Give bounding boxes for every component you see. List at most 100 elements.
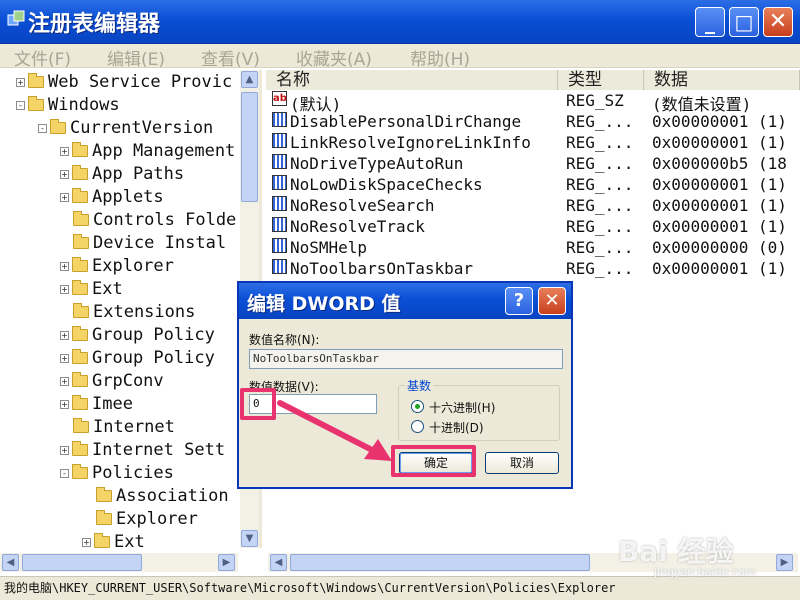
regedit-app-icon: [7, 10, 25, 26]
tree-item[interactable]: Association: [96, 486, 229, 508]
maximize-button[interactable]: □: [729, 7, 759, 37]
tree-item[interactable]: + Group Policy: [60, 325, 215, 347]
binary-value-icon: [272, 175, 287, 190]
value-row[interactable]: NoSMHelp REG_... 0x00000000 (0): [266, 238, 800, 259]
expander-icon[interactable]: +: [60, 261, 69, 271]
tree-item[interactable]: + Ext: [60, 279, 123, 301]
menu-file[interactable]: 文件(F): [14, 45, 71, 70]
ok-button-highlight: [391, 445, 476, 477]
folder-icon: [72, 441, 88, 456]
registry-tree[interactable]: + Web Service Provic - Windows - CurrentVer…: [0, 70, 262, 548]
tree-item[interactable]: + Web Service Provic: [16, 72, 232, 94]
column-header-type[interactable]: 类型: [558, 70, 644, 90]
binary-value-icon: [272, 196, 287, 211]
tree-item[interactable]: Controls Folde: [73, 210, 236, 232]
value-row[interactable]: NoResolveTrack REG_... 0x00000001 (1): [266, 217, 800, 238]
folder-icon: [73, 234, 89, 249]
tree-item[interactable]: - Policies: [60, 463, 174, 485]
dialog-close-button[interactable]: ✕: [538, 287, 566, 315]
value-row[interactable]: LinkResolveIgnoreLinkInfo REG_... 0x0000…: [266, 133, 800, 154]
expander-icon[interactable]: +: [60, 284, 69, 294]
folder-icon: [72, 188, 88, 203]
scroll-right-icon[interactable]: ▶: [776, 554, 793, 571]
tree-item[interactable]: Device Instal: [73, 233, 226, 255]
cancel-button[interactable]: 取消: [485, 452, 559, 474]
expander-icon[interactable]: -: [60, 468, 69, 478]
help-button[interactable]: ?: [505, 287, 533, 315]
menu-help[interactable]: 帮助(H): [410, 45, 470, 70]
tree-item[interactable]: Internet: [73, 417, 175, 439]
folder-icon: [73, 303, 89, 318]
value-row[interactable]: NoResolveSearch REG_... 0x00000001 (1): [266, 196, 800, 217]
expander-icon[interactable]: +: [60, 445, 69, 455]
binary-value-icon: [272, 259, 287, 274]
value-name-label: 数值名称(N):: [249, 333, 320, 347]
pointer-arrow-icon: [277, 400, 392, 461]
expander-icon[interactable]: +: [16, 77, 25, 87]
window-titlebar[interactable]: 注册表编辑器 _ □ ✕: [0, 0, 800, 44]
hex-radio[interactable]: [411, 400, 424, 413]
baidu-watermark: Bai 经验 jingyan.baidu.com: [618, 535, 756, 579]
expander-icon[interactable]: +: [60, 330, 69, 340]
tree-item[interactable]: + Group Policy: [60, 348, 215, 370]
dialog-titlebar[interactable]: 编辑 DWORD 值 ? ✕: [239, 283, 571, 319]
close-button[interactable]: ✕: [763, 7, 793, 37]
scroll-thumb[interactable]: [290, 554, 590, 571]
folder-icon: [50, 119, 66, 134]
scroll-left-icon[interactable]: ◀: [2, 554, 19, 571]
value-row[interactable]: NoDriveTypeAutoRun REG_... 0x000000b5 (1…: [266, 154, 800, 175]
tree-item[interactable]: + GrpConv: [60, 371, 164, 393]
value-row[interactable]: DisablePersonalDirChange REG_... 0x00000…: [266, 112, 800, 133]
expander-icon[interactable]: +: [60, 146, 69, 156]
expander-icon[interactable]: +: [82, 537, 91, 547]
status-bar: 我的电脑\HKEY_CURRENT_USER\Software\Microsof…: [0, 576, 800, 600]
tree-horizontal-scrollbar[interactable]: ◀ ▶: [0, 553, 238, 572]
scroll-thumb[interactable]: [241, 92, 258, 202]
tree-item[interactable]: - CurrentVersion: [38, 118, 213, 140]
scroll-right-icon[interactable]: ▶: [218, 554, 235, 571]
tree-item[interactable]: + Explorer: [60, 256, 174, 278]
expander-icon[interactable]: +: [60, 353, 69, 363]
menu-favorites[interactable]: 收藏夹(A): [296, 45, 372, 70]
menu-edit[interactable]: 编辑(E): [107, 45, 165, 70]
scroll-down-icon[interactable]: ▼: [241, 530, 258, 547]
value-name-field: NoToolbarsOnTaskbar: [249, 349, 563, 369]
expander-icon[interactable]: -: [16, 100, 25, 110]
value-row[interactable]: NoToolbarsOnTaskbar REG_... 0x00000001 (…: [266, 259, 800, 280]
decimal-radio[interactable]: [411, 420, 424, 433]
column-header-name[interactable]: 名称: [266, 70, 558, 90]
expander-icon[interactable]: +: [60, 192, 69, 202]
dialog-title: 编辑 DWORD 值: [247, 293, 401, 315]
menu-bar: 文件(F) 编辑(E) 查看(V) 收藏夹(A) 帮助(H): [0, 44, 800, 70]
expander-icon[interactable]: +: [60, 376, 69, 386]
decimal-radio-label[interactable]: 十进制(D): [429, 419, 484, 436]
tree-item[interactable]: + Applets: [60, 187, 164, 209]
value-row[interactable]: NoLowDiskSpaceChecks REG_... 0x00000001 …: [266, 175, 800, 196]
expander-icon[interactable]: +: [60, 399, 69, 409]
minimize-button[interactable]: _: [695, 7, 725, 37]
folder-icon: [72, 326, 88, 341]
folder-icon: [72, 280, 88, 295]
expander-icon[interactable]: +: [60, 169, 69, 179]
folder-icon: [72, 142, 88, 157]
folder-icon: [72, 257, 88, 272]
tree-item[interactable]: + App Management: [60, 141, 235, 163]
folder-icon: [96, 487, 112, 502]
folder-icon: [72, 349, 88, 364]
tree-item[interactable]: + Ext: [82, 532, 145, 548]
hex-radio-label[interactable]: 十六进制(H): [429, 399, 495, 416]
scroll-thumb[interactable]: [22, 554, 142, 571]
value-row[interactable]: ab (默认) REG_SZ (数值未设置): [266, 91, 800, 114]
menu-view[interactable]: 查看(V): [201, 45, 260, 70]
tree-item-selected[interactable]: Explorer: [96, 509, 198, 531]
expander-icon[interactable]: -: [38, 123, 47, 133]
scroll-up-icon[interactable]: ▲: [241, 71, 258, 88]
tree-item[interactable]: + Imee: [60, 394, 133, 416]
binary-value-icon: [272, 238, 287, 253]
tree-item[interactable]: + App Paths: [60, 164, 184, 186]
column-header-data[interactable]: 数据: [644, 70, 800, 90]
scroll-left-icon[interactable]: ◀: [270, 554, 287, 571]
tree-item[interactable]: + Internet Sett: [60, 440, 225, 462]
tree-item[interactable]: Extensions: [73, 302, 195, 324]
tree-item[interactable]: - Windows: [16, 95, 120, 117]
